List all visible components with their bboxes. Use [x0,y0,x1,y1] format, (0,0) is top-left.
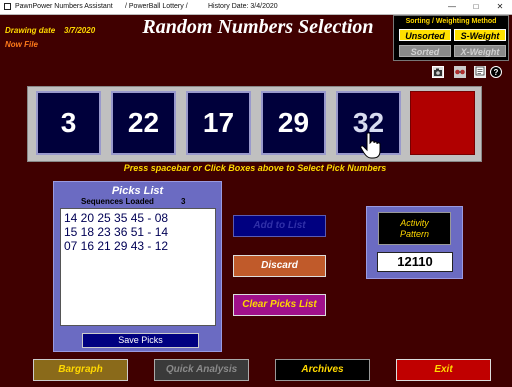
notes-icon[interactable] [474,66,486,78]
camera-icon[interactable] [432,66,444,78]
instruction-text: Press spacebar or Click Boxes above to S… [123,163,387,173]
list-item[interactable]: 15 18 23 36 51 - 14 [64,225,215,239]
activity-label-line2: Pattern [399,229,430,239]
list-item[interactable]: 07 16 21 29 43 - 12 [64,239,215,253]
history-date: History Date: 3/4/2020 [208,3,278,10]
s-weight-button[interactable]: S-Weight [454,29,506,41]
add-to-list-button[interactable]: Add to List [233,215,326,237]
x-weight-button[interactable]: X-Weight [454,45,506,57]
picks-list-title: Picks List [111,185,164,197]
number-box-1[interactable]: 3 [36,91,101,155]
sorting-method-panel: Sorting / Weighting Method Unsorted S-We… [393,15,509,61]
activity-pattern-button[interactable]: Activity Pattern [378,212,451,245]
drawing-date-label: Drawing date [5,26,56,35]
sorted-button[interactable]: Sorted [399,45,451,57]
clear-picks-button[interactable]: Clear Picks List [233,294,326,316]
app-window: PawnPower Numbers Assistant / PowerBall … [0,0,512,387]
bargraph-button[interactable]: Bargraph [33,359,128,381]
quick-analysis-button[interactable]: Quick Analysis [154,359,249,381]
number-box-2[interactable]: 22 [111,91,176,155]
glasses-icon[interactable] [454,66,466,78]
exit-button[interactable]: Exit [396,359,491,381]
powerball-box[interactable] [410,91,475,155]
activity-pattern-value: 12110 [377,252,453,272]
hand-cursor-icon [360,132,381,159]
page-title: Random Numbers Selection [142,16,374,38]
picks-list-panel: Picks List Sequences Loaded 3 14 20 25 3… [53,181,222,352]
window-title: PawnPower Numbers Assistant [15,3,113,10]
discard-button[interactable]: Discard [233,255,326,277]
unsorted-button[interactable]: Unsorted [399,29,451,41]
sorting-method-title: Sorting / Weighting Method [405,18,497,25]
list-item[interactable]: 14 20 25 35 45 - 08 [64,211,215,225]
minimize-button[interactable]: — [440,0,464,14]
file-label: Now File [5,40,38,49]
title-bar: PawnPower Numbers Assistant / PowerBall … [0,0,512,15]
close-button[interactable]: ✕ [488,0,512,14]
app-icon [4,3,11,10]
archives-button[interactable]: Archives [275,359,370,381]
sequences-loaded-count: 3 [181,197,186,206]
lottery-title: / PowerBall Lottery / [125,3,188,10]
help-icon[interactable]: ? [490,66,502,78]
activity-pattern-panel: Activity Pattern 12110 [366,206,463,279]
maximize-button[interactable]: □ [464,0,488,14]
picks-listbox[interactable]: 14 20 25 35 45 - 08 15 18 23 36 51 - 14 … [60,208,216,326]
number-box-3[interactable]: 17 [186,91,251,155]
sequences-loaded-label: Sequences Loaded [81,197,154,206]
number-box-4[interactable]: 29 [261,91,326,155]
drawing-date-value: 3/7/2020 [64,26,96,35]
save-picks-button[interactable]: Save Picks [82,333,199,348]
activity-label-line1: Activity [400,218,429,228]
